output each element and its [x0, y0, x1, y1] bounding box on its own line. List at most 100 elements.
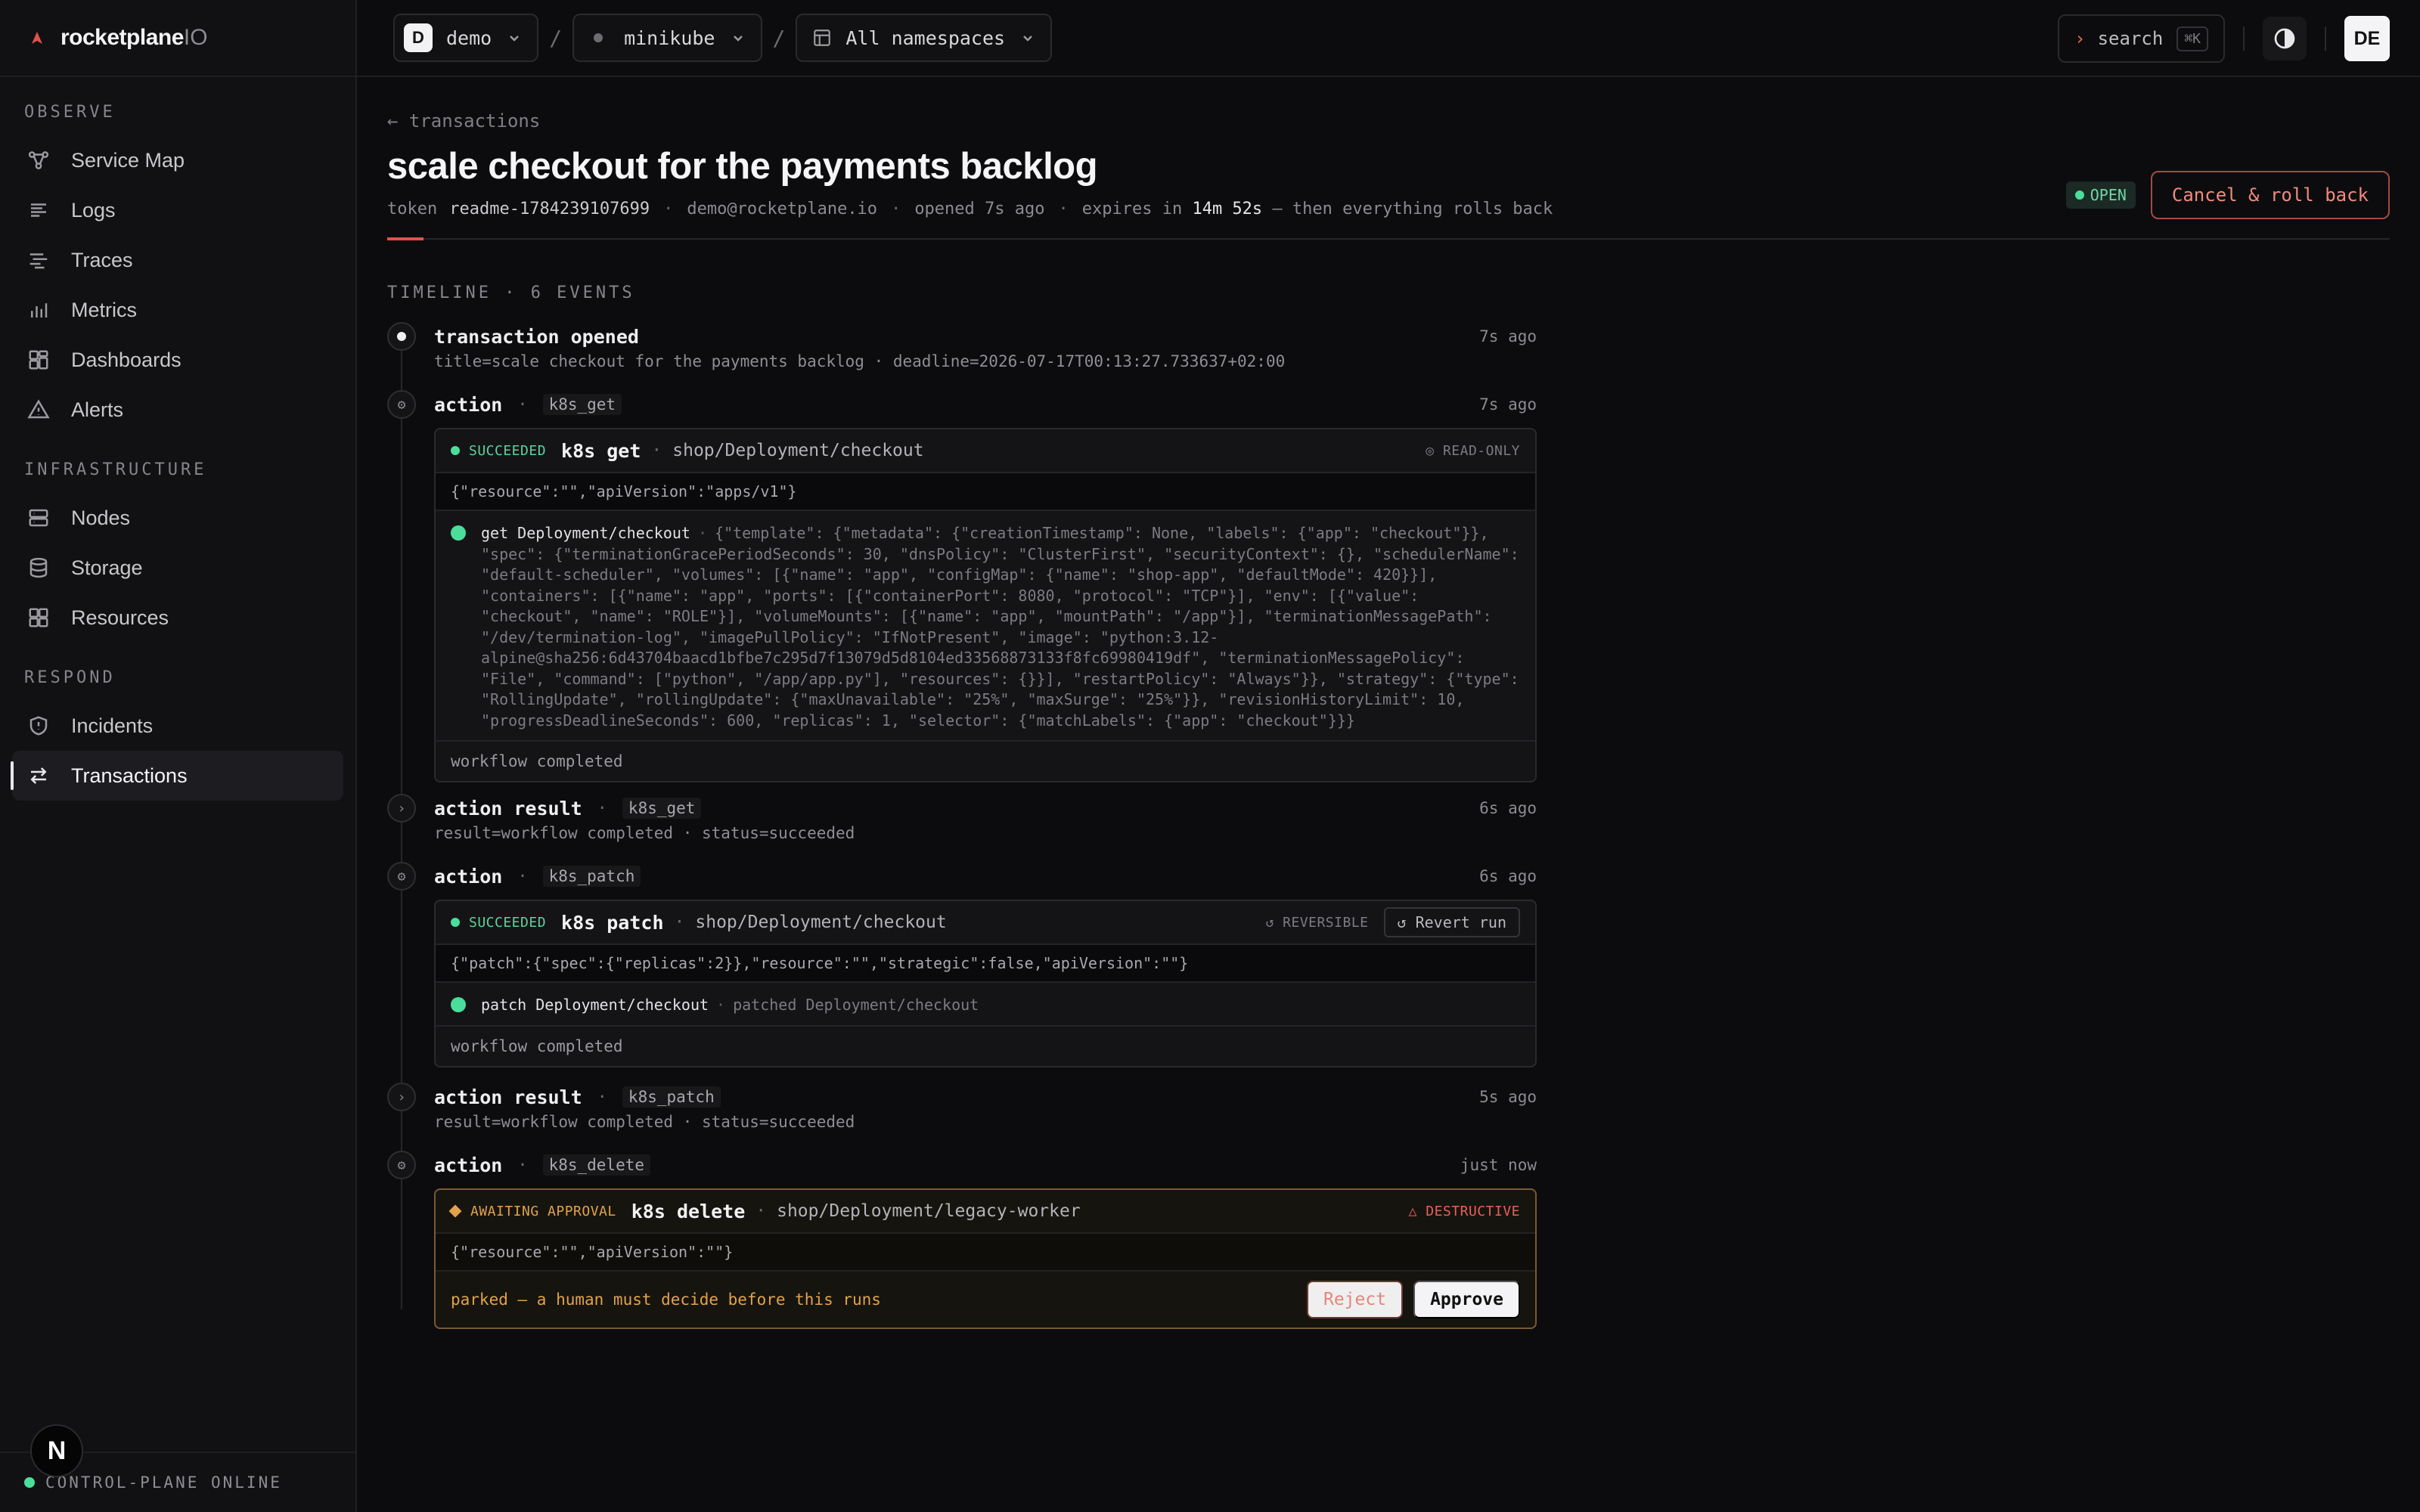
- expires-suffix: — then everything rolls back: [1272, 200, 1553, 218]
- action-target: · shop/Deployment/checkout: [651, 441, 924, 460]
- sidebar-item-logs[interactable]: Logs: [12, 185, 343, 235]
- user-avatar[interactable]: DE: [2344, 16, 2390, 61]
- event-kind: action result: [434, 797, 582, 820]
- theme-toggle-button[interactable]: [2263, 17, 2307, 60]
- environment-selector[interactable]: D demo: [393, 14, 539, 62]
- gear-icon: ⚙: [387, 1151, 416, 1179]
- sidebar-item-dashboards[interactable]: Dashboards: [12, 335, 343, 385]
- topbar-actions: › search ⌘K DE: [2058, 14, 2390, 63]
- namespace-name: All namespaces: [845, 26, 1006, 49]
- step-separator: ·: [697, 524, 707, 542]
- logs-icon: [31, 203, 46, 217]
- approve-button[interactable]: Approve: [1413, 1281, 1520, 1318]
- action-step: patch Deployment/checkout · patched Deploy…: [436, 983, 1535, 1027]
- alert-triangle-icon: [27, 399, 50, 419]
- nav-section-respond: RESPOND Incidents Transactions: [0, 643, 355, 801]
- brand-name: rocketplane: [60, 25, 184, 50]
- chevron-down-icon: [733, 36, 743, 42]
- success-dot: [451, 918, 460, 927]
- status-label: OPEN: [2090, 186, 2127, 204]
- sidebar-item-nodes[interactable]: Nodes: [12, 493, 343, 543]
- meta-separator: ·: [663, 200, 674, 218]
- dev-tools-badge[interactable]: N: [30, 1424, 83, 1477]
- sidebar-item-incidents[interactable]: Incidents: [12, 701, 343, 751]
- dot-icon: [397, 332, 406, 341]
- search-label: search: [2097, 28, 2164, 49]
- brand[interactable]: rocketplane IO: [0, 0, 355, 77]
- status-badge: OPEN: [2065, 181, 2136, 209]
- timeline-heading: TIMELINE · 6 EVENTS: [387, 284, 635, 302]
- event-kind: action: [434, 1154, 503, 1176]
- event-time: just now: [1460, 1156, 1537, 1174]
- status-label: SUCCEEDED: [469, 442, 547, 459]
- revert-run-button[interactable]: ↺ Revert run: [1383, 907, 1520, 937]
- cluster-selector[interactable]: minikube: [572, 14, 762, 62]
- event-separator: ·: [517, 866, 528, 886]
- sidebar-item-service-map[interactable]: Service Map: [12, 135, 343, 185]
- action-target: · shop/Deployment/checkout: [674, 912, 947, 932]
- topbar: D demo / minikube / All namespaces › sea…: [357, 0, 2420, 77]
- event-tool: k8s_get: [622, 798, 702, 819]
- success-dot: [451, 446, 460, 455]
- header-divider: [387, 237, 2390, 240]
- event-header: action result · k8s_get 6s ago: [434, 794, 1537, 823]
- timeline-event: ⚙ action · k8s_delete just now AWAITING …: [387, 1151, 1537, 1329]
- approval-message: parked — a human must decide before this…: [451, 1290, 881, 1309]
- event-kind: transaction opened: [434, 325, 639, 348]
- event-time: 6s ago: [1479, 799, 1537, 817]
- status-dot: [24, 1477, 35, 1488]
- sidebar-item-alerts[interactable]: Alerts: [12, 385, 343, 435]
- step-detail: patched Deployment/checkout: [733, 996, 979, 1014]
- nav-heading: INFRASTRUCTURE: [24, 460, 207, 479]
- sidebar-item-label: Nodes: [71, 506, 131, 529]
- expires-prefix: expires in: [1081, 200, 1183, 218]
- event-tool: k8s_delete: [542, 1154, 650, 1176]
- action-card-header: SUCCEEDED k8s get · shop/Deployment/check…: [436, 429, 1535, 473]
- action-args: {"patch":{"spec":{"replicas":2}},"resour…: [436, 945, 1535, 983]
- sidebar-item-resources[interactable]: Resources: [12, 593, 343, 643]
- event-time: 7s ago: [1479, 395, 1537, 414]
- divider: [2325, 26, 2326, 51]
- breadcrumb-separator: /: [549, 25, 563, 51]
- cancel-roll-back-button[interactable]: Cancel & roll back: [2150, 171, 2390, 219]
- action-args: {"resource":"","apiVersion":""}: [436, 1234, 1535, 1272]
- opened-time: opened 7s ago: [914, 200, 1045, 218]
- divider: [2243, 26, 2245, 51]
- timeline-event: ⚙ action · k8s_patch 6s ago SUCCEEDED k8…: [387, 862, 1537, 1083]
- reject-button[interactable]: Reject: [1306, 1281, 1404, 1318]
- step-detail: {"template": {"metadata": {"creationTime…: [481, 524, 1519, 730]
- event-separator: ·: [517, 1155, 528, 1175]
- event-time: 5s ago: [1479, 1088, 1537, 1106]
- search-button[interactable]: › search ⌘K: [2058, 14, 2225, 63]
- target-path: shop/Deployment/checkout: [672, 441, 924, 460]
- step-body: patch Deployment/checkout · patched Deploy…: [481, 995, 979, 1016]
- sidebar-item-metrics[interactable]: Metrics: [12, 285, 343, 335]
- back-to-transactions-link[interactable]: ← transactions: [387, 110, 2390, 132]
- success-dot: [451, 997, 466, 1012]
- dashboards-icon: [29, 350, 48, 370]
- sidebar-item-label: Alerts: [71, 398, 124, 421]
- metrics-icon: [31, 303, 48, 318]
- action-footer: workflow completed: [451, 752, 623, 770]
- meta-separator: ·: [1058, 200, 1069, 218]
- sidebar-item-label: Incidents: [71, 714, 154, 737]
- nav-heading: RESPOND: [24, 668, 116, 687]
- gear-icon: ⚙: [387, 862, 416, 891]
- cluster-status-dot: [594, 33, 603, 42]
- sidebar-item-label: Logs: [71, 198, 116, 222]
- sidebar-item-traces[interactable]: Traces: [12, 235, 343, 285]
- event-detail: result=workflow completed · status=succe…: [434, 824, 855, 842]
- event-header: action · k8s_get 7s ago: [434, 390, 1537, 419]
- sidebar-item-label: Dashboards: [71, 348, 182, 371]
- grid-icon: [29, 608, 48, 627]
- sidebar-item-label: Metrics: [71, 298, 137, 321]
- chevron-down-icon: [1023, 36, 1032, 42]
- sidebar-item-label: Resources: [71, 606, 169, 629]
- search-shortcut: ⌘K: [2176, 26, 2208, 51]
- sidebar-item-transactions[interactable]: Transactions: [11, 751, 343, 801]
- timeline-event: transaction opened 7s ago title=scale ch…: [387, 322, 1537, 390]
- action-operation: k8s patch: [561, 911, 664, 934]
- env-avatar: D: [404, 23, 433, 52]
- sidebar-item-storage[interactable]: Storage: [12, 543, 343, 593]
- namespace-selector[interactable]: All namespaces: [796, 14, 1053, 62]
